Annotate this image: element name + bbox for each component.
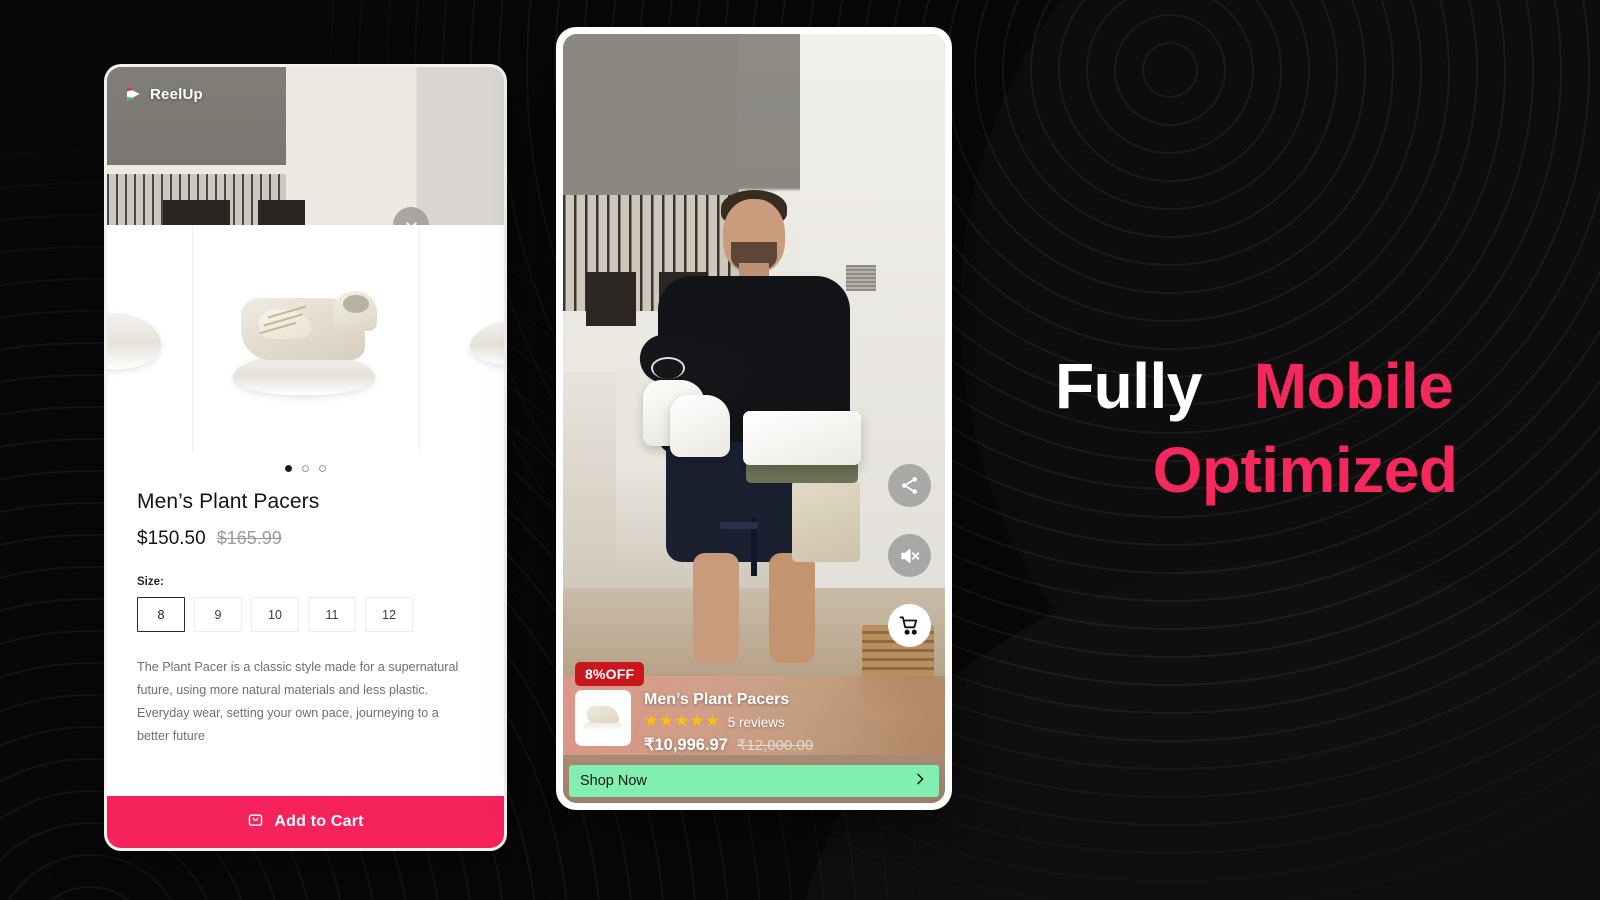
presenter-leg-left [692,553,739,664]
reel-product-overlay: 8%OFF Men’s Plant Pacers ★★★★★ 5 reviews… [563,662,945,803]
carousel-dot-3[interactable] [319,465,326,472]
page-title: Men’s Plant Pacers [137,490,320,513]
shopping-cart-icon[interactable] [888,604,931,647]
overlay-product-price: ₹10,996.97 [644,736,728,754]
hero-doorway-left [162,199,231,225]
size-option-9[interactable]: 9 [194,597,242,632]
discount-badge: 8%OFF [575,662,645,686]
carousel-slide-active[interactable] [192,225,420,453]
product-price: $150.50 [137,528,206,549]
reelup-play-icon [125,85,143,103]
star-rating: ★★★★★ [644,713,721,730]
carousel-slide-next[interactable] [420,225,504,453]
thumbnail-shoe-upper [587,706,619,723]
reel-action-buttons [888,464,931,647]
shoe-image-partial-left [107,313,161,369]
rating-row: ★★★★★ 5 reviews [644,714,933,730]
volume-muted-icon[interactable] [888,534,931,577]
reel-doorway-1 [585,272,636,327]
size-option-8[interactable]: 8 [137,597,185,632]
share-icon[interactable] [888,464,931,507]
presenter-leg-right [769,553,816,664]
size-option-10[interactable]: 10 [251,597,299,632]
headline-word-optimized: Optimized [1152,434,1458,507]
reelup-logo: ReelUp [125,85,203,103]
hero-doorway-right [257,199,306,225]
overlay-product-meta: Men’s Plant Pacers ★★★★★ 5 reviews ₹10,9… [644,690,933,755]
shopping-bag-icon [247,811,264,833]
size-label: Size: [137,576,164,588]
size-option-11[interactable]: 11 [308,597,356,632]
headline-word-fully: Fully [1055,350,1202,422]
carousel-dots[interactable] [107,453,504,472]
marketing-headline: Fully Mobile Optimized [1055,344,1555,513]
product-image-carousel[interactable] [107,225,504,453]
overlay-product-title: Men’s Plant Pacers [644,691,790,708]
shoe-image-partial-right [470,321,504,365]
shoe-collar-opening [343,295,369,313]
shop-now-label: Shop Now [580,773,647,789]
held-white-garment [742,410,861,465]
held-sneaker-2 [669,395,730,458]
chevron-down-icon[interactable] [393,207,429,225]
carousel-slide-previous[interactable] [107,225,192,453]
product-detail-phone: ReelUp Men’s Plant Pacers $150.50 $165.9… [107,67,504,848]
reel-video[interactable]: 8%OFF Men’s Plant Pacers ★★★★★ 5 reviews… [563,34,945,803]
size-selector[interactable]: 8 9 10 11 12 [137,597,474,632]
reel-shelf-unit [563,372,617,573]
reelup-logo-text: ReelUp [150,85,203,103]
held-shoe-laces [650,356,685,379]
overlay-price-row: ₹10,996.97 ₹12,000.00 [644,735,933,755]
product-thumbnail[interactable] [575,690,631,746]
product-info-panel: Men’s Plant Pacers $150.50 $165.99 Size:… [107,472,504,796]
reviews-count: 5 reviews [727,714,785,730]
pdp-video-hero[interactable]: ReelUp [107,67,504,225]
product-description: The Plant Pacer is a classic style made … [137,660,459,743]
price-row: $150.50 $165.99 [137,528,474,550]
add-to-cart-button[interactable]: Add to Cart [107,796,504,848]
headline-word-mobile: Mobile [1253,350,1454,422]
overlay-product-compare-price: ₹12,000.00 [736,737,814,754]
carousel-dot-1[interactable] [285,465,292,472]
size-option-12[interactable]: 12 [365,597,413,632]
chevron-right-icon [912,771,928,792]
overlay-card-body[interactable]: Men’s Plant Pacers ★★★★★ 5 reviews ₹10,9… [563,676,945,755]
shop-now-button[interactable]: Shop Now [569,765,939,797]
presenter-shorts-tag [719,522,758,530]
add-to-cart-label: Add to Cart [274,813,364,830]
reel-player-phone: 8%OFF Men’s Plant Pacers ★★★★★ 5 reviews… [556,27,952,810]
product-compare-price: $165.99 [216,528,282,548]
reel-wall-vent [846,264,877,291]
carousel-dot-2[interactable] [302,465,309,472]
reel-ceiling-left [563,34,739,204]
held-tote-bag [792,480,861,563]
